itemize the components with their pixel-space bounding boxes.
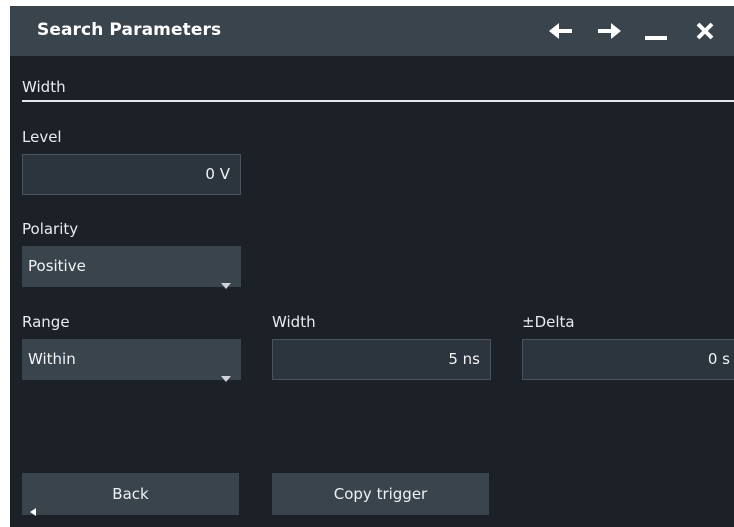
delta-input[interactable]: 0 s — [522, 339, 734, 380]
arrow-left-icon — [548, 21, 574, 41]
delta-label: ±Delta — [522, 313, 575, 331]
width-input[interactable]: 5 ns — [272, 339, 491, 380]
copy-trigger-label: Copy trigger — [333, 485, 428, 503]
copy-trigger-button[interactable]: Copy trigger — [272, 473, 489, 515]
range-select[interactable]: Within — [22, 339, 241, 382]
back-nav-button[interactable] — [544, 13, 578, 49]
width-section-label: Width — [22, 78, 66, 96]
back-button[interactable]: Back — [22, 473, 239, 516]
minimize-button[interactable] — [639, 13, 673, 49]
polarity-value: Positive — [28, 257, 86, 275]
caret-left-icon — [30, 490, 36, 527]
dialog-titlebar: Search Parameters — [10, 6, 734, 56]
arrow-right-icon — [596, 21, 622, 41]
section-divider — [22, 100, 734, 102]
level-label: Level — [22, 128, 62, 146]
polarity-select[interactable]: Positive — [22, 246, 241, 289]
dialog-title: Search Parameters — [37, 20, 222, 40]
level-input[interactable]: 0 V — [22, 154, 241, 195]
close-button[interactable] — [688, 13, 722, 49]
chevron-down-icon — [221, 357, 231, 398]
close-icon — [695, 21, 715, 41]
chevron-down-icon — [221, 264, 231, 305]
polarity-label: Polarity — [22, 220, 79, 238]
minimize-icon — [644, 20, 668, 42]
range-label: Range — [22, 313, 70, 331]
back-button-label: Back — [112, 485, 149, 503]
width-label: Width — [272, 313, 316, 331]
search-parameters-dialog: Search Parameters Width Level 0 V Polari… — [10, 6, 734, 527]
range-value: Within — [28, 350, 76, 368]
forward-nav-button[interactable] — [592, 13, 626, 49]
